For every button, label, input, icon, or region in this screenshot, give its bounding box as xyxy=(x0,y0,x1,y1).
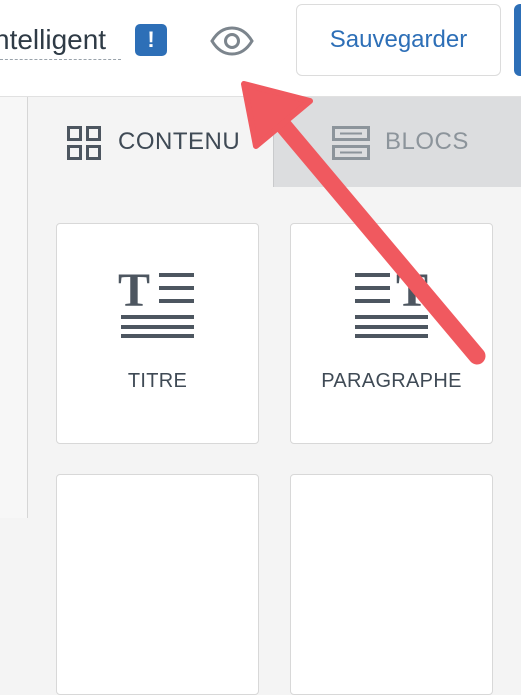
title-underline xyxy=(0,59,121,60)
tab-contenu[interactable]: CONTENU xyxy=(28,97,273,187)
exclamation-badge-icon[interactable]: ! xyxy=(135,24,167,56)
left-rail xyxy=(0,97,28,518)
card-label-paragraphe: PARAGRAPHE xyxy=(321,370,462,392)
eye-icon xyxy=(210,26,254,56)
svg-text:T: T xyxy=(396,268,428,317)
content-card-titre[interactable]: T TITRE xyxy=(56,223,259,444)
card-label-titre: TITRE xyxy=(127,370,188,392)
save-button[interactable]: Sauvegarder xyxy=(296,4,501,76)
blocks-icon xyxy=(332,126,370,160)
content-card-paragraphe[interactable]: T PARAGRAPHE xyxy=(290,223,493,444)
content-card-3[interactable] xyxy=(56,474,259,695)
content-card-4[interactable] xyxy=(290,474,493,695)
paragraph-text-icon: T xyxy=(355,268,428,338)
tab-contenu-label: CONTENU xyxy=(118,128,241,155)
top-bar: ntelligent ! Sauvegarder xyxy=(0,0,521,97)
svg-text:T: T xyxy=(118,268,150,317)
title-text-icon: T xyxy=(118,268,194,338)
tab-blocs[interactable]: BLOCS xyxy=(273,97,521,187)
grid-icon xyxy=(67,126,101,160)
preview-button[interactable] xyxy=(209,25,255,57)
publish-button-edge[interactable] xyxy=(514,4,521,76)
document-title[interactable]: ntelligent xyxy=(0,20,106,60)
tab-blocs-label: BLOCS xyxy=(385,128,469,155)
editor-panel: CONTENU BLOCS T TITRE T PARAGRAPHE xyxy=(28,97,521,695)
